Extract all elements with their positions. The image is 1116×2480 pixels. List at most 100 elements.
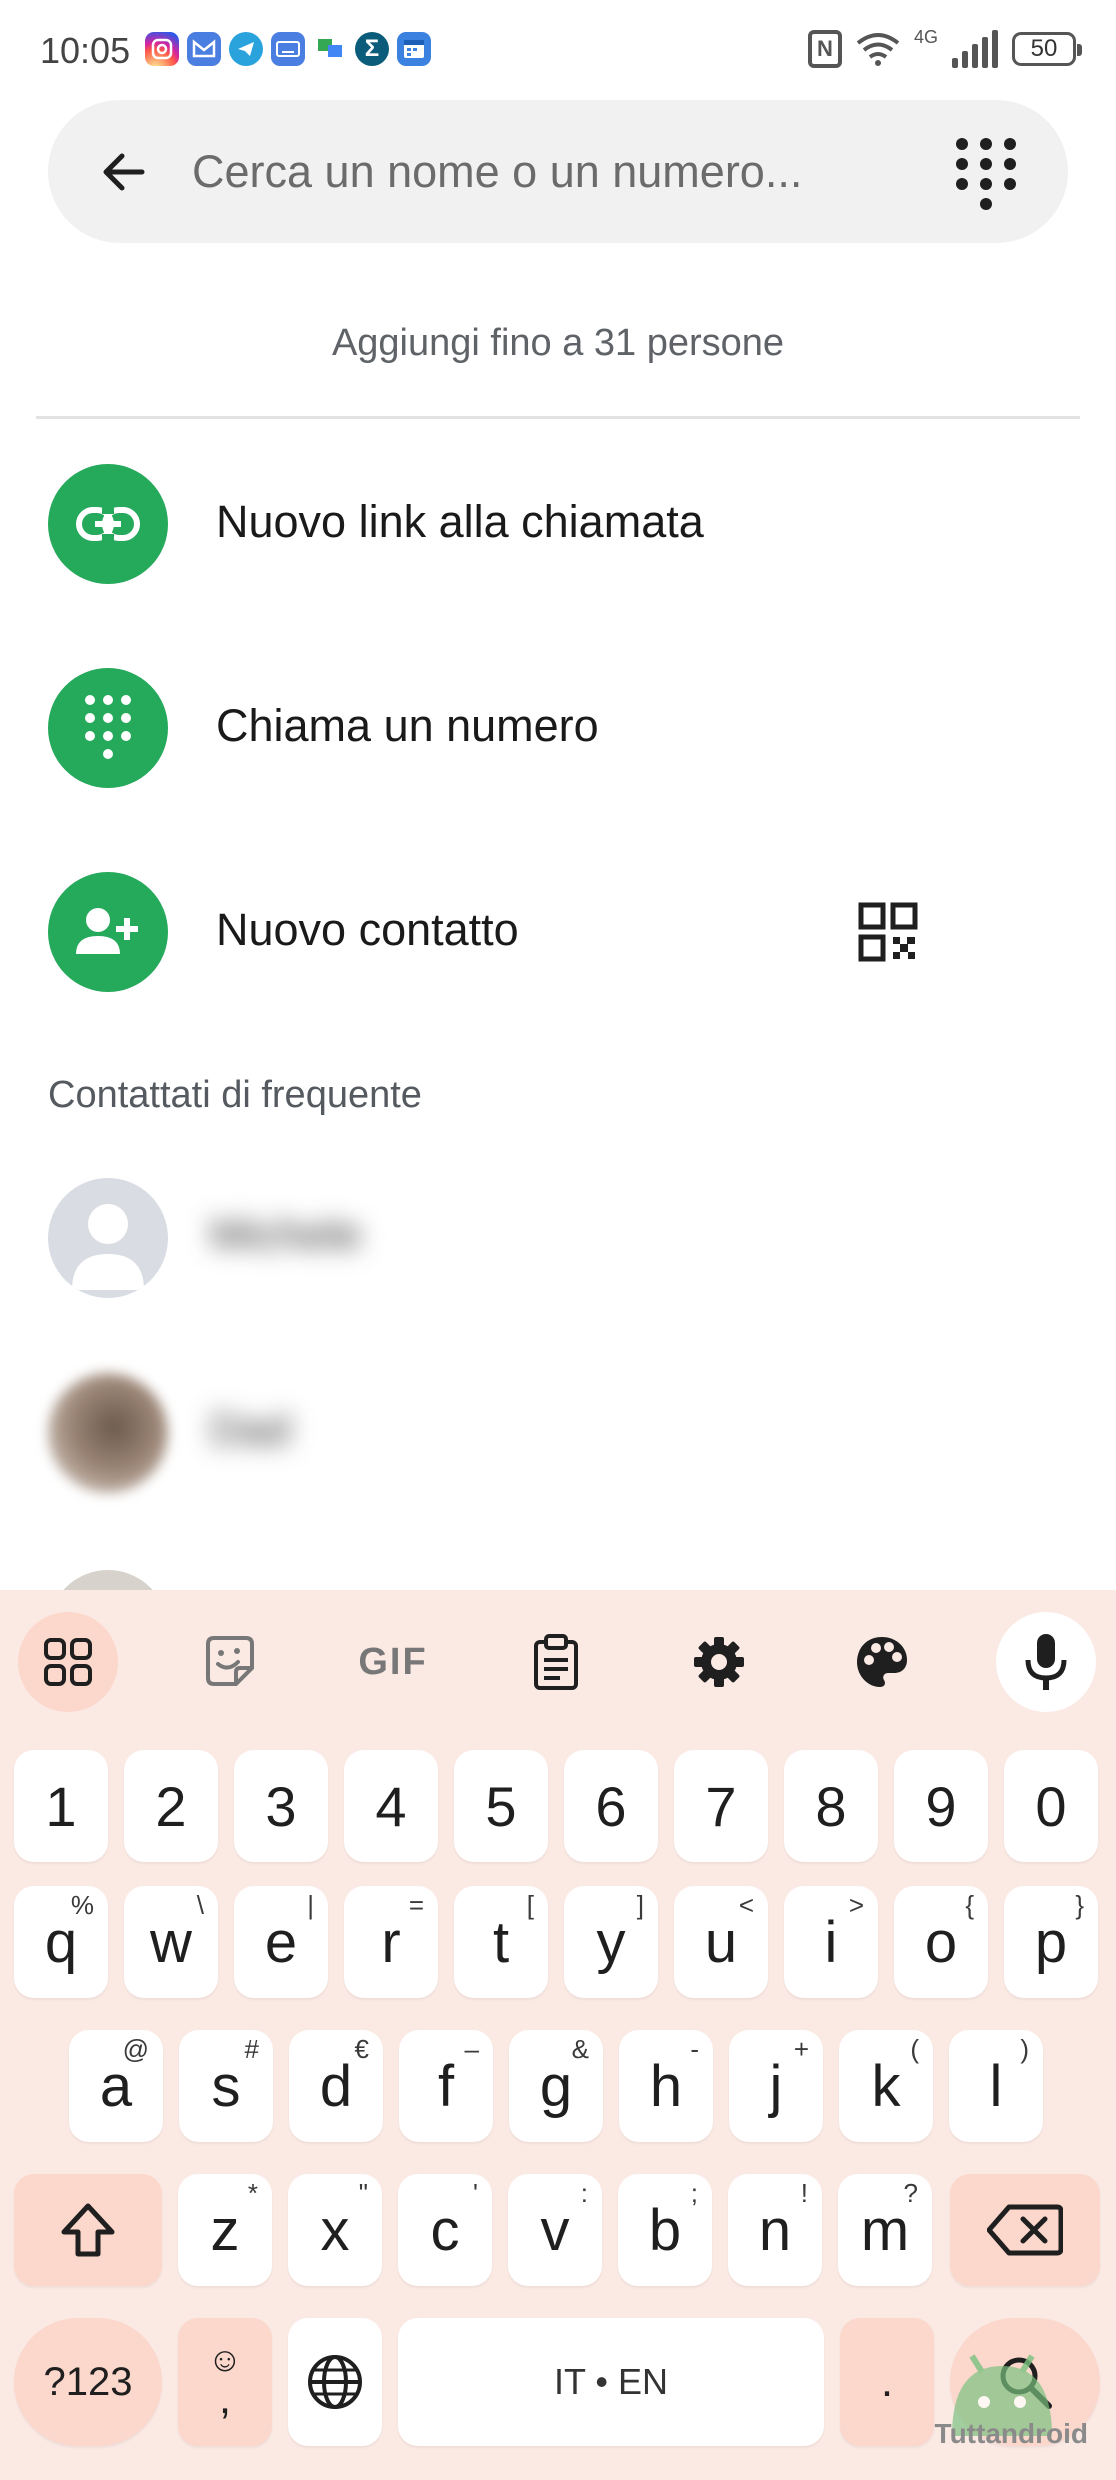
key-secondary-symbol: <: [738, 1890, 754, 1920]
call-number-row[interactable]: Chiama un numero: [0, 628, 1116, 828]
key-secondary-symbol: :: [580, 2178, 588, 2208]
symbols-key[interactable]: ?123: [14, 2318, 162, 2446]
key-label: h: [649, 2053, 683, 2119]
sticker-icon[interactable]: [180, 1612, 280, 1712]
key-7[interactable]: 7: [674, 1750, 768, 1862]
back-arrow-icon[interactable]: [92, 140, 156, 204]
participants-hint: Aggiungi fino a 31 persone: [331, 322, 785, 364]
key-s[interactable]: s #: [179, 2030, 273, 2142]
key-8[interactable]: 8: [784, 1750, 878, 1862]
telegram-icon: [229, 32, 263, 66]
gif-button[interactable]: GIF: [343, 1612, 443, 1712]
key-secondary-symbol: (: [910, 2034, 919, 2064]
gmail-icon: [187, 32, 221, 66]
key-label: l: [989, 2053, 1003, 2119]
key-n[interactable]: n!: [728, 2174, 822, 2286]
key-label: x: [320, 2197, 350, 2263]
key-o[interactable]: o{: [894, 1886, 988, 1998]
emoji-comma-key[interactable]: ☺ ,: [178, 2318, 272, 2446]
key-label: c: [430, 2197, 460, 2263]
key-9[interactable]: 9: [894, 1750, 988, 1862]
key-f[interactable]: f –: [399, 2030, 493, 2142]
watermark-text: Tuttandroid: [934, 2418, 1088, 2449]
key-r[interactable]: r =: [344, 1886, 438, 1998]
key-secondary-symbol: ": [358, 2178, 368, 2208]
emoji-icon: ☺: [207, 2341, 243, 2379]
key-label: u: [704, 1909, 738, 1975]
key-y[interactable]: y]: [564, 1886, 658, 1998]
dialpad-icon[interactable]: [946, 132, 1026, 212]
apps-grid-icon[interactable]: [18, 1612, 118, 1712]
key-label: 3: [265, 1774, 297, 1838]
shift-key[interactable]: [14, 2174, 162, 2286]
backspace-key[interactable]: [950, 2174, 1100, 2286]
key-m[interactable]: m?: [838, 2174, 932, 2286]
backspace-icon: [987, 2204, 1063, 2256]
key-label: d: [319, 2053, 353, 2119]
key-3[interactable]: 3: [234, 1750, 328, 1862]
key-e[interactable]: e |: [234, 1886, 328, 1998]
new-call-link-row[interactable]: Nuovo link alla chiamata: [0, 424, 1116, 624]
key-q[interactable]: q%: [14, 1886, 108, 1998]
key-label: s: [211, 2053, 241, 2119]
qr-code-icon[interactable]: [858, 902, 918, 962]
contact-row[interactable]: Dad: [0, 1343, 1116, 1523]
clipboard-icon[interactable]: [506, 1612, 606, 1712]
language-key[interactable]: [288, 2318, 382, 2446]
avatar: [48, 1373, 168, 1493]
key-label: 6: [595, 1774, 627, 1838]
key-secondary-symbol: ]: [636, 1890, 644, 1920]
contact-name: Michele: [210, 1210, 362, 1259]
key-secondary-symbol: *: [247, 2178, 258, 2208]
key-t[interactable]: t[: [454, 1886, 548, 1998]
key-label: i: [824, 1909, 838, 1975]
key-u[interactable]: u <: [674, 1886, 768, 1998]
key-secondary-symbol: ): [1020, 2034, 1029, 2064]
key-label: z: [210, 2197, 240, 2263]
key-a[interactable]: a @: [69, 2030, 163, 2142]
key-label: t: [492, 1909, 510, 1975]
new-contact-row[interactable]: Nuovo contatto: [0, 832, 1116, 1032]
search-input[interactable]: [192, 134, 912, 210]
key-secondary-symbol: &: [571, 2034, 589, 2064]
key-z[interactable]: z *: [178, 2174, 272, 2286]
key-secondary-symbol: €: [354, 2034, 369, 2064]
key-w[interactable]: w \: [124, 1886, 218, 1998]
key-1[interactable]: 1: [14, 1750, 108, 1862]
key-5[interactable]: 5: [454, 1750, 548, 1862]
settings-icon[interactable]: [669, 1612, 769, 1712]
key-g[interactable]: g &: [509, 2030, 603, 2142]
key-j[interactable]: j +: [729, 2030, 823, 2142]
nfc-icon: N: [807, 30, 842, 68]
key-0[interactable]: 0: [1004, 1750, 1098, 1862]
key-d[interactable]: d €: [289, 2030, 383, 2142]
key-secondary-symbol: \: [196, 1890, 204, 1920]
key-6[interactable]: 6: [564, 1750, 658, 1862]
key-secondary-symbol: [: [526, 1890, 534, 1920]
key-2[interactable]: 2: [124, 1750, 218, 1862]
microphone-icon[interactable]: [996, 1612, 1096, 1712]
comma-label: ,: [218, 2374, 232, 2423]
key-secondary-symbol: |: [307, 1890, 314, 1920]
key-4[interactable]: 4: [344, 1750, 438, 1862]
palette-icon[interactable]: [832, 1612, 932, 1712]
key-i[interactable]: i >: [784, 1886, 878, 1998]
key-h[interactable]: h-: [619, 2030, 713, 2142]
link-icon: [48, 464, 168, 584]
contact-row[interactable]: Michele: [0, 1148, 1116, 1328]
status-time: 10:05: [40, 30, 131, 71]
key-c[interactable]: c ': [398, 2174, 492, 2286]
contact-name: Dad: [210, 1405, 291, 1454]
notification-icons: Σ: [145, 32, 431, 66]
key-k[interactable]: k(: [839, 2030, 933, 2142]
key-secondary-symbol: ?: [903, 2178, 918, 2208]
key-v[interactable]: v:: [508, 2174, 602, 2286]
new-contact-label: Nuovo contatto: [216, 904, 519, 955]
key-x[interactable]: x ": [288, 2174, 382, 2286]
key-p[interactable]: p}: [1004, 1886, 1098, 1998]
frequent-contacts-title: Contattati di frequente: [48, 1074, 422, 1116]
key-secondary-symbol: @: [122, 2034, 149, 2064]
space-key[interactable]: IT • EN: [398, 2318, 824, 2446]
key-b[interactable]: b;: [618, 2174, 712, 2286]
key-l[interactable]: l): [949, 2030, 1043, 2142]
